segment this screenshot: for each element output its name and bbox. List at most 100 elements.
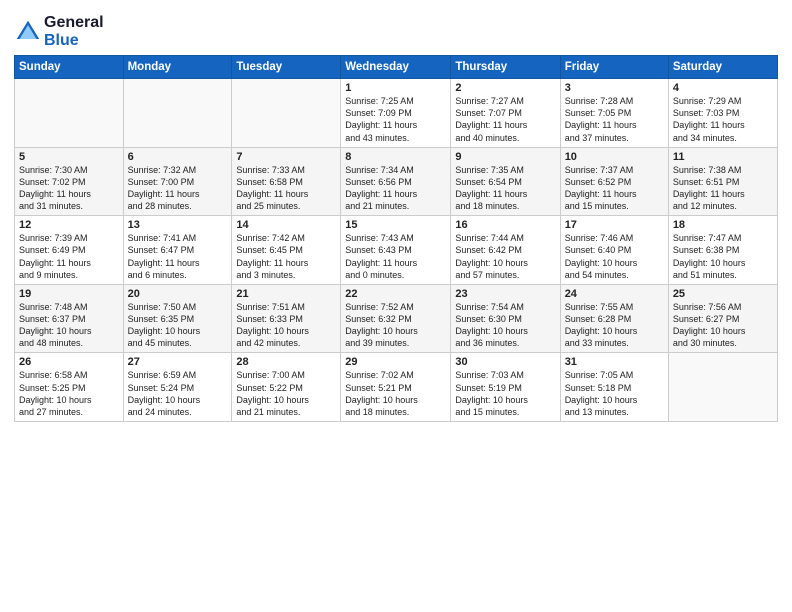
calendar-day-17: 17Sunrise: 7:46 AM Sunset: 6:40 PM Dayli… [560, 216, 668, 285]
day-number: 17 [565, 219, 664, 231]
day-content: Sunrise: 7:44 AM Sunset: 6:42 PM Dayligh… [455, 232, 555, 281]
empty-cell [668, 353, 777, 422]
calendar-day-11: 11Sunrise: 7:38 AM Sunset: 6:51 PM Dayli… [668, 147, 777, 216]
day-content: Sunrise: 7:00 AM Sunset: 5:22 PM Dayligh… [236, 369, 336, 418]
calendar-day-23: 23Sunrise: 7:54 AM Sunset: 6:30 PM Dayli… [451, 284, 560, 353]
calendar-day-4: 4Sunrise: 7:29 AM Sunset: 7:03 PM Daylig… [668, 79, 777, 148]
calendar-day-30: 30Sunrise: 7:03 AM Sunset: 5:19 PM Dayli… [451, 353, 560, 422]
day-content: Sunrise: 7:32 AM Sunset: 7:00 PM Dayligh… [128, 164, 228, 213]
day-content: Sunrise: 7:48 AM Sunset: 6:37 PM Dayligh… [19, 301, 119, 350]
day-number: 22 [345, 288, 446, 300]
calendar-day-16: 16Sunrise: 7:44 AM Sunset: 6:42 PM Dayli… [451, 216, 560, 285]
day-number: 29 [345, 356, 446, 368]
calendar-day-12: 12Sunrise: 7:39 AM Sunset: 6:49 PM Dayli… [15, 216, 124, 285]
day-content: Sunrise: 7:43 AM Sunset: 6:43 PM Dayligh… [345, 232, 446, 281]
calendar-day-6: 6Sunrise: 7:32 AM Sunset: 7:00 PM Daylig… [123, 147, 232, 216]
day-content: Sunrise: 7:25 AM Sunset: 7:09 PM Dayligh… [345, 95, 446, 144]
day-content: Sunrise: 6:58 AM Sunset: 5:25 PM Dayligh… [19, 369, 119, 418]
calendar-day-24: 24Sunrise: 7:55 AM Sunset: 6:28 PM Dayli… [560, 284, 668, 353]
day-content: Sunrise: 7:55 AM Sunset: 6:28 PM Dayligh… [565, 301, 664, 350]
day-number: 24 [565, 288, 664, 300]
calendar-day-28: 28Sunrise: 7:00 AM Sunset: 5:22 PM Dayli… [232, 353, 341, 422]
day-number: 13 [128, 219, 228, 231]
day-number: 11 [673, 151, 773, 163]
calendar-day-3: 3Sunrise: 7:28 AM Sunset: 7:05 PM Daylig… [560, 79, 668, 148]
day-content: Sunrise: 7:30 AM Sunset: 7:02 PM Dayligh… [19, 164, 119, 213]
logo-icon [14, 18, 42, 46]
calendar-table: SundayMondayTuesdayWednesdayThursdayFrid… [14, 55, 778, 422]
empty-cell [232, 79, 341, 148]
day-number: 1 [345, 82, 446, 94]
calendar-day-2: 2Sunrise: 7:27 AM Sunset: 7:07 PM Daylig… [451, 79, 560, 148]
day-number: 5 [19, 151, 119, 163]
day-content: Sunrise: 7:54 AM Sunset: 6:30 PM Dayligh… [455, 301, 555, 350]
calendar-day-22: 22Sunrise: 7:52 AM Sunset: 6:32 PM Dayli… [341, 284, 451, 353]
day-content: Sunrise: 7:37 AM Sunset: 6:52 PM Dayligh… [565, 164, 664, 213]
weekday-header-friday: Friday [560, 56, 668, 79]
day-content: Sunrise: 7:46 AM Sunset: 6:40 PM Dayligh… [565, 232, 664, 281]
calendar-week-row: 5Sunrise: 7:30 AM Sunset: 7:02 PM Daylig… [15, 147, 778, 216]
day-number: 6 [128, 151, 228, 163]
weekday-header-sunday: Sunday [15, 56, 124, 79]
day-content: Sunrise: 7:28 AM Sunset: 7:05 PM Dayligh… [565, 95, 664, 144]
day-content: Sunrise: 7:34 AM Sunset: 6:56 PM Dayligh… [345, 164, 446, 213]
weekday-header-row: SundayMondayTuesdayWednesdayThursdayFrid… [15, 56, 778, 79]
day-number: 20 [128, 288, 228, 300]
day-number: 9 [455, 151, 555, 163]
logo-text: General Blue [44, 14, 104, 49]
day-number: 30 [455, 356, 555, 368]
calendar-day-31: 31Sunrise: 7:05 AM Sunset: 5:18 PM Dayli… [560, 353, 668, 422]
calendar-day-15: 15Sunrise: 7:43 AM Sunset: 6:43 PM Dayli… [341, 216, 451, 285]
day-number: 26 [19, 356, 119, 368]
day-content: Sunrise: 7:52 AM Sunset: 6:32 PM Dayligh… [345, 301, 446, 350]
empty-cell [123, 79, 232, 148]
day-content: Sunrise: 7:56 AM Sunset: 6:27 PM Dayligh… [673, 301, 773, 350]
day-number: 14 [236, 219, 336, 231]
day-number: 25 [673, 288, 773, 300]
calendar-day-26: 26Sunrise: 6:58 AM Sunset: 5:25 PM Dayli… [15, 353, 124, 422]
day-content: Sunrise: 7:27 AM Sunset: 7:07 PM Dayligh… [455, 95, 555, 144]
day-content: Sunrise: 7:33 AM Sunset: 6:58 PM Dayligh… [236, 164, 336, 213]
day-content: Sunrise: 7:42 AM Sunset: 6:45 PM Dayligh… [236, 232, 336, 281]
calendar-day-9: 9Sunrise: 7:35 AM Sunset: 6:54 PM Daylig… [451, 147, 560, 216]
weekday-header-thursday: Thursday [451, 56, 560, 79]
day-number: 16 [455, 219, 555, 231]
day-number: 4 [673, 82, 773, 94]
day-number: 7 [236, 151, 336, 163]
calendar-week-row: 19Sunrise: 7:48 AM Sunset: 6:37 PM Dayli… [15, 284, 778, 353]
calendar-day-8: 8Sunrise: 7:34 AM Sunset: 6:56 PM Daylig… [341, 147, 451, 216]
day-content: Sunrise: 7:03 AM Sunset: 5:19 PM Dayligh… [455, 369, 555, 418]
calendar-day-1: 1Sunrise: 7:25 AM Sunset: 7:09 PM Daylig… [341, 79, 451, 148]
calendar-day-21: 21Sunrise: 7:51 AM Sunset: 6:33 PM Dayli… [232, 284, 341, 353]
weekday-header-saturday: Saturday [668, 56, 777, 79]
day-number: 12 [19, 219, 119, 231]
day-content: Sunrise: 7:41 AM Sunset: 6:47 PM Dayligh… [128, 232, 228, 281]
day-number: 27 [128, 356, 228, 368]
day-content: Sunrise: 7:02 AM Sunset: 5:21 PM Dayligh… [345, 369, 446, 418]
empty-cell [15, 79, 124, 148]
calendar-day-7: 7Sunrise: 7:33 AM Sunset: 6:58 PM Daylig… [232, 147, 341, 216]
day-number: 18 [673, 219, 773, 231]
weekday-header-monday: Monday [123, 56, 232, 79]
calendar-week-row: 26Sunrise: 6:58 AM Sunset: 5:25 PM Dayli… [15, 353, 778, 422]
day-content: Sunrise: 7:35 AM Sunset: 6:54 PM Dayligh… [455, 164, 555, 213]
calendar-day-29: 29Sunrise: 7:02 AM Sunset: 5:21 PM Dayli… [341, 353, 451, 422]
calendar-day-10: 10Sunrise: 7:37 AM Sunset: 6:52 PM Dayli… [560, 147, 668, 216]
day-number: 31 [565, 356, 664, 368]
day-content: Sunrise: 7:05 AM Sunset: 5:18 PM Dayligh… [565, 369, 664, 418]
day-content: Sunrise: 7:39 AM Sunset: 6:49 PM Dayligh… [19, 232, 119, 281]
day-number: 8 [345, 151, 446, 163]
day-number: 21 [236, 288, 336, 300]
day-number: 23 [455, 288, 555, 300]
calendar-day-19: 19Sunrise: 7:48 AM Sunset: 6:37 PM Dayli… [15, 284, 124, 353]
day-number: 2 [455, 82, 555, 94]
page-container: General Blue SundayMondayTuesdayWednesda… [0, 0, 792, 428]
weekday-header-tuesday: Tuesday [232, 56, 341, 79]
calendar-day-18: 18Sunrise: 7:47 AM Sunset: 6:38 PM Dayli… [668, 216, 777, 285]
calendar-day-14: 14Sunrise: 7:42 AM Sunset: 6:45 PM Dayli… [232, 216, 341, 285]
calendar-day-27: 27Sunrise: 6:59 AM Sunset: 5:24 PM Dayli… [123, 353, 232, 422]
day-content: Sunrise: 7:51 AM Sunset: 6:33 PM Dayligh… [236, 301, 336, 350]
logo: General Blue [14, 14, 104, 49]
day-number: 10 [565, 151, 664, 163]
day-content: Sunrise: 7:29 AM Sunset: 7:03 PM Dayligh… [673, 95, 773, 144]
